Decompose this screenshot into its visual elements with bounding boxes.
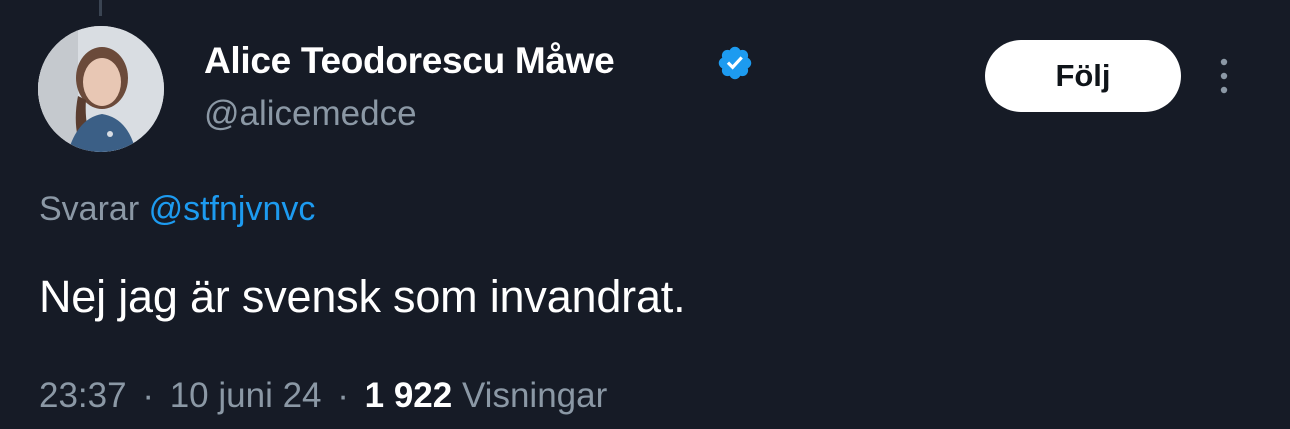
tweet-date[interactable]: 10 juni 24	[170, 376, 322, 415]
meta-separator: ·	[337, 376, 349, 415]
follow-button[interactable]: Följ	[985, 40, 1181, 112]
reply-prefix: Svarar	[39, 190, 140, 228]
views-label: Visningar	[461, 376, 608, 415]
avatar-image	[38, 26, 164, 152]
thread-connector-line	[99, 0, 102, 16]
more-options-icon[interactable]	[1214, 54, 1234, 98]
verified-badge-icon	[718, 46, 752, 80]
meta-separator: ·	[142, 376, 154, 415]
tweet-meta: 23:37 · 10 juni 24 · 1 922 Visningar	[39, 376, 607, 416]
reply-mention-link[interactable]: @stfnjvnvc	[149, 190, 316, 228]
avatar[interactable]	[38, 26, 164, 152]
author-handle[interactable]: @alicemedce	[204, 94, 417, 134]
tweet-time[interactable]: 23:37	[39, 376, 127, 415]
author-display-name[interactable]: Alice Teodorescu Måwe	[204, 40, 615, 82]
tweet-text: Nej jag är svensk som invandrat.	[39, 271, 686, 322]
views-count: 1 922	[364, 376, 453, 415]
reply-context: Svarar @stfnjvnvc	[39, 190, 315, 229]
